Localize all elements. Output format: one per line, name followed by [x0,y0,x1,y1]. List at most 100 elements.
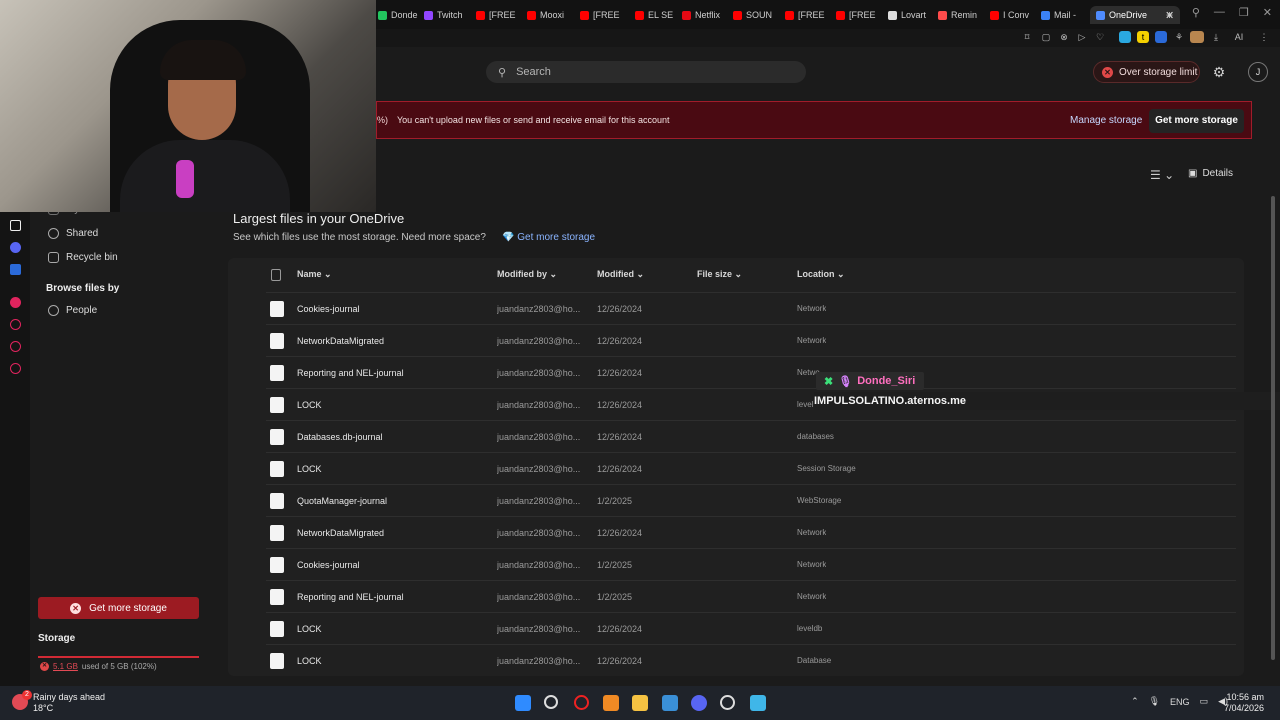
scrollbar[interactable] [1271,196,1275,660]
weather-widget[interactable]: Rainy days ahead 18°C [33,692,105,714]
table-row[interactable]: LOCK juandanz2803@ho... 12/26/2024 leveldb [266,612,1236,644]
display-icon[interactable]: ▭ [1200,696,1209,707]
file-name[interactable]: LOCK [297,656,322,666]
file-name[interactable]: LOCK [297,624,322,634]
column-header-modified[interactable]: Modified ⌄ [597,269,644,280]
browser-tab[interactable]: Lovart [888,6,936,24]
table-row[interactable]: Databases.db-journal juandanz2803@ho... 12… [266,420,1236,452]
table-row[interactable]: LOCK juandanz2803@ho... 12/26/2024 Database [266,644,1236,676]
puzzle-icon[interactable]: ⚘ [1173,31,1185,43]
file-name[interactable]: Reporting and NEL-journal [297,592,404,602]
table-row[interactable]: Cookies-journal juandanz2803@ho... 1/2/202… [266,548,1236,580]
file-name[interactable]: Databases.db-journal [297,432,383,442]
sidebar-item-recycle-bin[interactable]: Recycle bin [48,252,118,263]
tab-favicon-icon [476,10,485,20]
heart-icon[interactable]: ♡ [1094,31,1106,43]
rail-app-icon[interactable] [10,297,21,308]
table-row[interactable]: NetworkDataMigrated juandanz2803@ho... 12/… [266,324,1236,356]
file-name[interactable]: NetworkDataMigrated [297,336,384,346]
tiktok-icon[interactable] [10,220,21,231]
chat-icon[interactable] [10,341,21,352]
browser-tab[interactable]: Netflix [682,6,730,24]
browser-tab[interactable]: Mooxi [527,6,575,24]
notepad-icon[interactable] [750,695,766,711]
manage-storage-link[interactable]: Manage storage [1070,115,1142,126]
file-explorer-icon[interactable] [632,695,648,711]
rail-settings-icon[interactable] [10,363,21,374]
settings-gear-icon[interactable]: ⚙ [1211,64,1227,80]
column-header-modified-by[interactable]: Modified by ⌄ [497,269,557,280]
new-tab-button[interactable]: + [1166,6,1173,24]
file-name[interactable]: QuotaManager-journal [297,496,387,506]
discord-taskbar-icon[interactable] [691,695,707,711]
browser-tab[interactable]: [FREE [580,6,628,24]
menu-icon[interactable]: ⋮ [1258,31,1270,43]
browser-tab[interactable]: [FREE [785,6,833,24]
view-options-button[interactable]: ☰ ⌄ [1150,168,1174,182]
browser-tab[interactable]: Mail - [1041,6,1089,24]
avatar[interactable]: J [1248,62,1268,82]
file-icon [270,557,284,573]
sidebar-item-shared[interactable]: Shared [48,228,98,239]
opera-icon[interactable] [574,695,589,710]
browser-tab[interactable]: Donde [378,6,426,24]
search-taskbar-icon[interactable] [544,695,558,709]
browser-tab[interactable]: Twitch [424,6,472,24]
file-name[interactable]: Cookies-journal [297,304,360,314]
bookmark-icon[interactable]: ⌑ [1021,31,1033,43]
download-icon[interactable]: ⤓ [1210,31,1222,43]
column-header-name[interactable]: Name ⌄ [297,269,332,280]
get-more-storage-link[interactable]: 💎 Get more storage [502,232,595,243]
table-row[interactable]: Cookies-journal juandanz2803@ho... 12/26/2… [266,292,1236,324]
app-circle-icon[interactable] [720,695,735,710]
details-button[interactable]: ▣ Details [1188,168,1233,179]
chevron-up-icon[interactable]: ⌃ [1131,696,1139,707]
browser-tab[interactable]: SOUN [733,6,781,24]
file-name[interactable]: LOCK [297,400,322,410]
get-more-storage-button[interactable]: Get more storage [1149,109,1244,133]
table-row[interactable]: Reporting and NEL-journal juandanz2803@ho… [266,356,1236,388]
storage-used-link[interactable]: 5.1 GB [53,662,78,671]
browser-tab[interactable]: I Conv [990,6,1038,24]
search-tabs-icon[interactable]: ⚲ [1192,6,1200,19]
extension-translate-icon[interactable] [1155,31,1167,43]
browser-tab[interactable]: Remin [938,6,986,24]
app-orange-icon[interactable] [603,695,619,711]
sidebar-get-more-storage-button[interactable]: ✕ Get more storage [38,597,199,619]
file-name[interactable]: NetworkDataMigrated [297,528,384,538]
file-name[interactable]: LOCK [297,464,322,474]
calendar-icon[interactable] [10,264,21,275]
sidebar-item-people[interactable]: People [48,305,97,316]
play-icon[interactable]: ▷ [1076,31,1088,43]
table-row[interactable]: Reporting and NEL-journal juandanz2803@ho… [266,580,1236,612]
over-storage-limit-button[interactable]: ✕ Over storage limit [1093,61,1200,83]
search-box[interactable]: ⚲ Search [486,61,806,83]
browser-tab[interactable]: [FREE [476,6,524,24]
extension-icon[interactable]: ⊗ [1058,31,1070,43]
minimize-icon[interactable]: — [1214,6,1225,19]
file-name[interactable]: Reporting and NEL-journal [297,368,404,378]
column-header-location[interactable]: Location ⌄ [797,269,845,280]
browser-tab[interactable]: EL SE [635,6,683,24]
ai-button[interactable]: AI [1228,31,1250,43]
chat-message: IMPULSOLATINO.aternos.me [814,392,1280,410]
store-icon[interactable] [662,695,678,711]
system-clock[interactable]: 10:56 am 7/04/2026 [1224,692,1264,714]
table-row[interactable]: LOCK juandanz2803@ho... 12/26/2024 Session … [266,452,1236,484]
profile-icon[interactable] [1190,31,1204,43]
language-indicator[interactable]: ENG [1170,697,1190,707]
history-icon[interactable] [10,319,21,330]
screenshot-icon[interactable]: ▢ [1040,31,1052,43]
table-row[interactable]: QuotaManager-journal juandanz2803@ho... 1/… [266,484,1236,516]
microphone-icon[interactable]: 🎙 [1149,696,1160,707]
extension-blue-icon[interactable] [1119,31,1131,43]
window-close-icon[interactable]: ✕ [1263,6,1272,19]
column-header-file-size[interactable]: File size ⌄ [697,269,742,280]
file-name[interactable]: Cookies-journal [297,560,360,570]
extension-yellow-icon[interactable]: t [1137,31,1149,43]
windows-start-icon[interactable] [515,695,531,711]
discord-icon[interactable] [10,242,21,253]
browser-tab[interactable]: [FREE [836,6,884,24]
maximize-icon[interactable]: ❐ [1239,6,1249,19]
table-row[interactable]: NetworkDataMigrated juandanz2803@ho... 12/… [266,516,1236,548]
